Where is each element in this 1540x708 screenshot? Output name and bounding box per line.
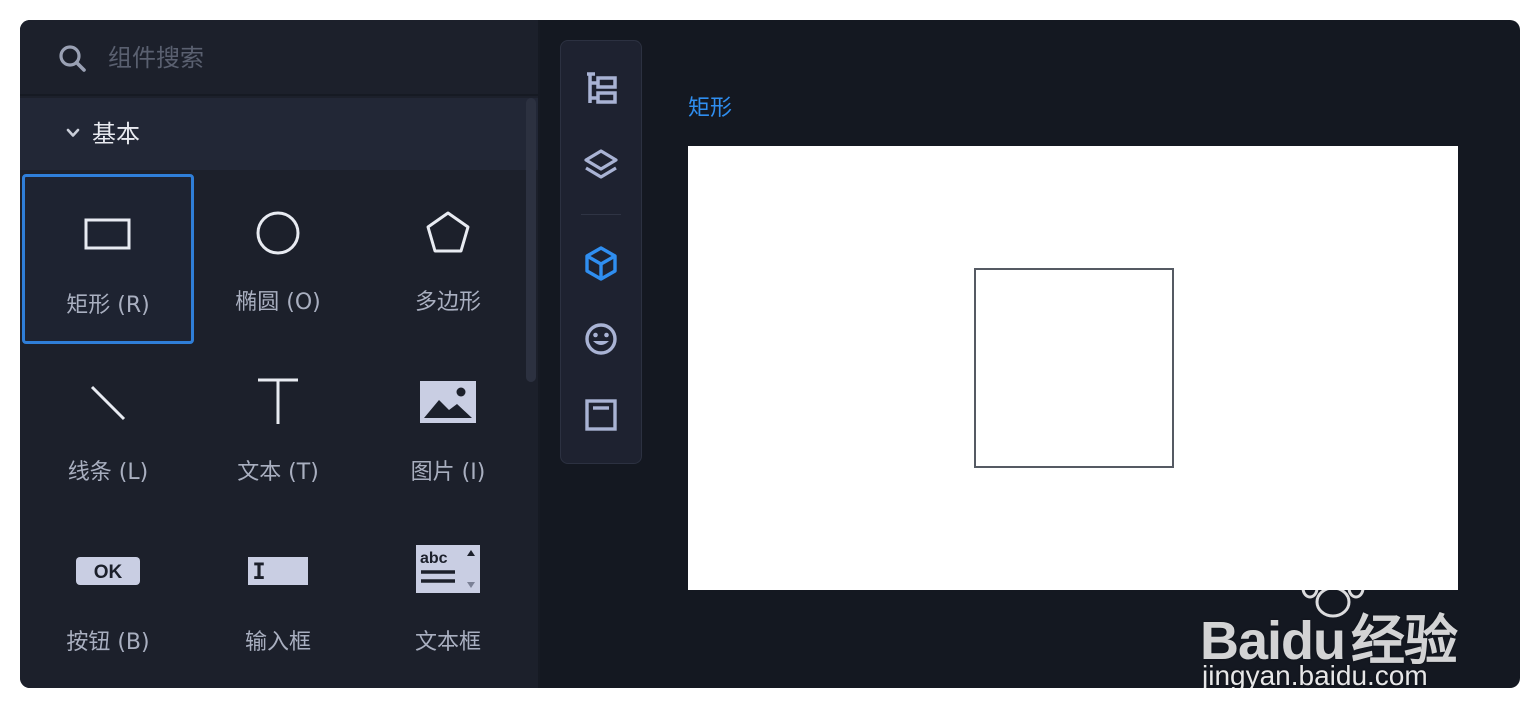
component-polygon[interactable]: 多边形	[362, 174, 534, 344]
rectangle-icon	[84, 218, 131, 250]
button-icon: OK	[76, 557, 140, 585]
canvas-label: 矩形	[688, 96, 733, 121]
component-label: 矩形 (R)	[66, 293, 150, 318]
search-bar	[20, 20, 538, 96]
component-label: 线条 (L)	[67, 460, 149, 485]
component-label: 多边形	[414, 290, 481, 315]
component-ellipse[interactable]: 椭圆 (O)	[192, 174, 364, 344]
svg-text:abc: abc	[420, 550, 448, 567]
tree-icon[interactable]	[581, 69, 621, 109]
component-button[interactable]: OK 按钮 (B)	[22, 514, 194, 684]
text-icon	[258, 378, 298, 424]
emoji-icon[interactable]	[581, 319, 621, 359]
search-input[interactable]	[108, 40, 488, 76]
polygon-icon	[426, 211, 470, 253]
toolbar-divider	[581, 214, 621, 215]
component-line[interactable]: 线条 (L)	[22, 344, 194, 514]
svg-text:I: I	[252, 560, 265, 585]
component-label: 椭圆 (O)	[235, 290, 321, 315]
component-label: 按钮 (B)	[66, 630, 150, 655]
component-label: 文本框	[414, 630, 481, 655]
canvas-preview[interactable]	[688, 146, 1458, 590]
section-header-basic[interactable]: 基本	[20, 98, 538, 170]
watermark-brand: Baidu 经验	[1200, 611, 1458, 671]
app-window: 基本 矩形 (R) 椭圆 (O) 多边形	[20, 20, 1520, 688]
line-icon	[90, 385, 126, 421]
layers-icon[interactable]	[581, 145, 621, 185]
component-input[interactable]: I 输入框	[192, 514, 364, 684]
ellipse-icon	[256, 211, 300, 255]
section-title: 基本	[92, 120, 140, 148]
image-icon	[420, 381, 476, 423]
textarea-icon: abc	[416, 545, 480, 593]
chevron-down-icon	[66, 128, 80, 137]
panel-icon[interactable]	[581, 395, 621, 435]
component-image[interactable]: 图片 (I)	[362, 344, 534, 514]
panel-divider	[538, 20, 540, 688]
watermark-url: jingyan.baidu.com	[1202, 660, 1428, 688]
component-panel: 基本 矩形 (R) 椭圆 (O) 多边形	[20, 20, 538, 688]
component-label: 图片 (I)	[410, 460, 486, 485]
svg-text:OK: OK	[94, 562, 123, 583]
cube-icon[interactable]	[581, 243, 621, 283]
component-label: 输入框	[244, 630, 311, 655]
component-rectangle[interactable]: 矩形 (R)	[22, 174, 194, 344]
input-icon: I	[248, 557, 308, 585]
component-label: 文本 (T)	[237, 460, 319, 485]
side-toolbar	[560, 40, 642, 464]
search-icon	[59, 45, 86, 72]
component-grid: 矩形 (R) 椭圆 (O) 多边形 线条 (L) 文本 (T) 图片 (I) O…	[20, 172, 530, 688]
component-textarea[interactable]: abc 文本框	[362, 514, 534, 684]
component-text[interactable]: 文本 (T)	[192, 344, 364, 514]
rectangle-shape[interactable]	[974, 268, 1174, 468]
